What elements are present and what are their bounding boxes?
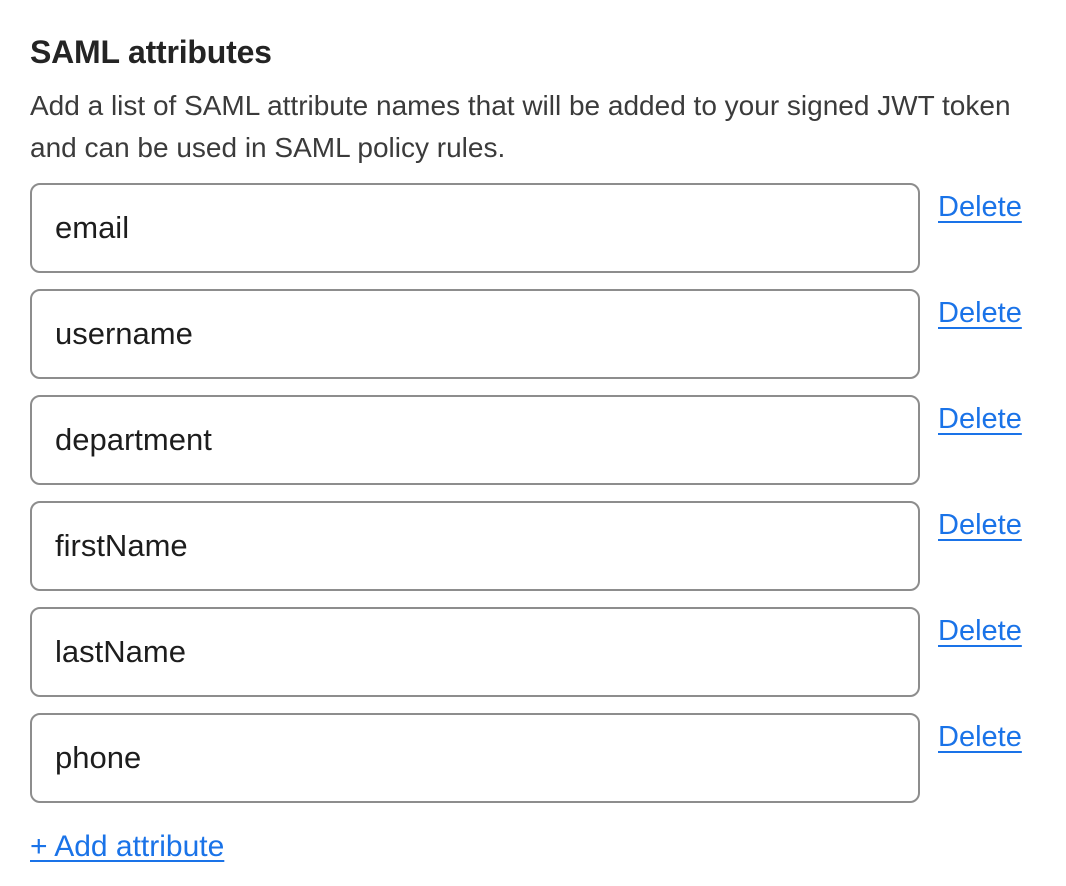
attribute-input[interactable]: [30, 183, 920, 273]
attribute-input[interactable]: [30, 289, 920, 379]
saml-attributes-section: SAML attributes Add a list of SAML attri…: [0, 0, 1066, 865]
delete-attribute-link[interactable]: Delete: [938, 401, 1022, 437]
attribute-row: Delete: [30, 713, 1036, 803]
delete-attribute-link[interactable]: Delete: [938, 189, 1022, 225]
attribute-input[interactable]: [30, 395, 920, 485]
add-attribute-link[interactable]: + Add attribute: [30, 829, 224, 865]
attribute-row: Delete: [30, 183, 1036, 273]
attribute-input[interactable]: [30, 501, 920, 591]
attribute-input[interactable]: [30, 607, 920, 697]
attribute-row: Delete: [30, 395, 1036, 485]
attribute-input[interactable]: [30, 713, 920, 803]
attribute-row: Delete: [30, 289, 1036, 379]
attribute-list: Delete Delete Delete Delete Delete Delet…: [30, 183, 1036, 803]
attribute-row: Delete: [30, 607, 1036, 697]
delete-attribute-link[interactable]: Delete: [938, 719, 1022, 755]
delete-attribute-link[interactable]: Delete: [938, 613, 1022, 649]
delete-attribute-link[interactable]: Delete: [938, 295, 1022, 331]
delete-attribute-link[interactable]: Delete: [938, 507, 1022, 543]
section-description: Add a list of SAML attribute names that …: [30, 85, 1036, 169]
attribute-row: Delete: [30, 501, 1036, 591]
section-title: SAML attributes: [30, 33, 1036, 71]
